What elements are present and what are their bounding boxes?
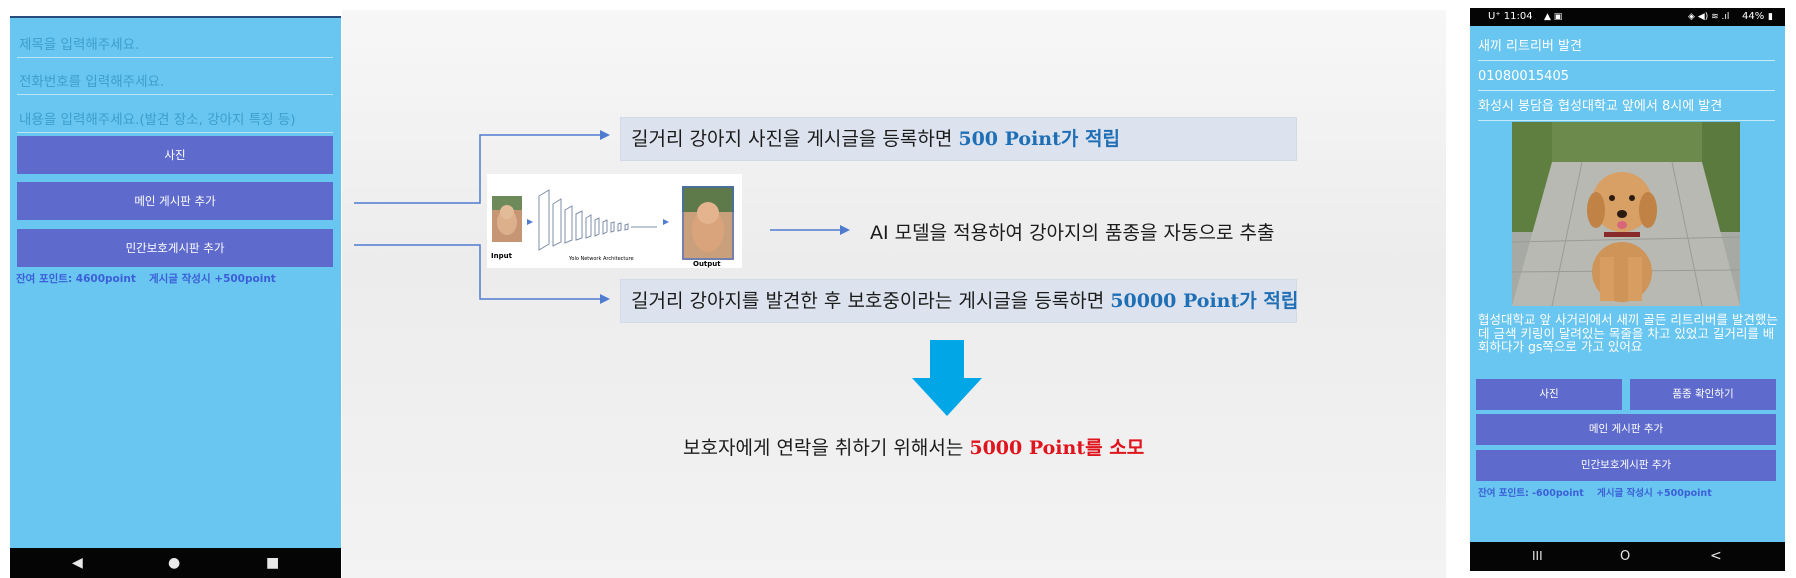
- reward-photo-text: 길거리 강아지 사진을 게시글을 등록하면: [631, 128, 959, 150]
- down-arrow-icon: [912, 340, 982, 416]
- recent-apps-icon[interactable]: III: [1532, 542, 1543, 571]
- yolo-model-diagram: Input Yolo Network Architecture Output: [487, 174, 742, 268]
- content-input[interactable]: 내용을 입력해주세요.(발견 장소, 강아지 특징 등): [17, 107, 333, 133]
- points-remaining: 잔여 포인트: -600point: [1478, 488, 1584, 499]
- battery-level: 44%: [1742, 11, 1765, 22]
- reward-shelter-text: 길거리 강아지를 발견한 후 보호중이라는 게시글을 등록하면: [631, 290, 1111, 312]
- contact-points: 5000 Point를 소모: [969, 437, 1145, 459]
- right-phone-screen: U⁺ 11:04 ▲ ▣ ◈ ◀) ≋ .ıl 44% ▮ 새끼 리트리버 발견…: [1470, 8, 1785, 571]
- location-field[interactable]: 화성시 봉담읍 협성대학교 앞에서 8시에 발견: [1478, 94, 1775, 121]
- notification-icons: ▲ ▣: [1544, 12, 1563, 22]
- caption-input: Input: [491, 252, 512, 260]
- top-divider: [10, 16, 341, 18]
- nav-bar: III O <: [1470, 542, 1785, 571]
- contact-text: 보호자에게 연락을 취하기 위해서는: [683, 437, 970, 459]
- title-input[interactable]: 제목을 입력해주세요.: [17, 32, 333, 58]
- photo-button[interactable]: 사진: [17, 136, 333, 174]
- explanation-slide: 길거리 강아지 사진을 게시글을 등록하면 500 Point가 적립 Inpu…: [342, 10, 1446, 578]
- home-icon[interactable]: ●: [168, 548, 180, 578]
- shelter-board-add-button[interactable]: 민간보호게시판 추가: [17, 229, 333, 267]
- reward-shelter-box: 길거리 강아지를 발견한 후 보호중이라는 게시글을 등록하면 50000 Po…: [620, 279, 1299, 323]
- points-bonus: 게시글 작성시 +500point: [149, 273, 276, 285]
- phone-input[interactable]: 전화번호를 입력해주세요.: [17, 69, 333, 95]
- home-icon[interactable]: O: [1620, 542, 1630, 571]
- title-field[interactable]: 새끼 리트리버 발견: [1478, 34, 1775, 61]
- ai-description-text: AI 모델을 적용하여 강아지의 품종을 자동으로 추출: [870, 222, 1275, 244]
- phone-field[interactable]: 01080015405: [1478, 64, 1775, 91]
- contact-cost-text: 보호자에게 연락을 취하기 위해서는 5000 Point를 소모: [683, 433, 1144, 460]
- left-phone-screen: 제목을 입력해주세요. 전화번호를 입력해주세요. 내용을 입력해주세요.(발견…: [10, 16, 341, 578]
- nav-bar: ◀ ● ■: [10, 548, 341, 578]
- shelter-board-add-button[interactable]: 민간보호게시판 추가: [1476, 450, 1776, 481]
- main-board-add-button[interactable]: 메인 게시판 추가: [1476, 414, 1776, 445]
- model-diagram-graphic: [492, 186, 734, 260]
- dog-photo: [1512, 122, 1740, 306]
- main-board-add-button[interactable]: 메인 게시판 추가: [17, 182, 333, 220]
- photo-button[interactable]: 사진: [1476, 379, 1622, 410]
- breed-check-button[interactable]: 품종 확인하기: [1630, 379, 1776, 410]
- reward-shelter-points: 50000 Point가 적립: [1110, 290, 1299, 312]
- battery-icon: ▮: [1768, 12, 1773, 22]
- caption-architecture: Yolo Network Architecture: [569, 256, 634, 262]
- back-icon[interactable]: ◀: [72, 548, 83, 578]
- points-bonus: 게시글 작성시 +500point: [1597, 488, 1712, 499]
- recent-apps-icon[interactable]: ■: [266, 548, 279, 578]
- reward-photo-points: 500 Point가 적립: [958, 128, 1120, 150]
- description-field[interactable]: 협성대학교 앞 사거리에서 새끼 골든 리트리버를 발견했는데 금색 키링이 달…: [1478, 313, 1778, 354]
- back-icon[interactable]: <: [1710, 542, 1722, 571]
- status-bar: U⁺ 11:04 ▲ ▣ ◈ ◀) ≋ .ıl 44% ▮: [1470, 8, 1785, 26]
- caption-output: Output: [693, 260, 721, 268]
- signal-icons: ◈ ◀) ≋ .ıl: [1688, 12, 1730, 22]
- points-remaining: 잔여 포인트: 4600point: [16, 273, 136, 285]
- reward-photo-box: 길거리 강아지 사진을 게시글을 등록하면 500 Point가 적립: [620, 117, 1297, 161]
- status-time: U⁺ 11:04: [1488, 11, 1533, 22]
